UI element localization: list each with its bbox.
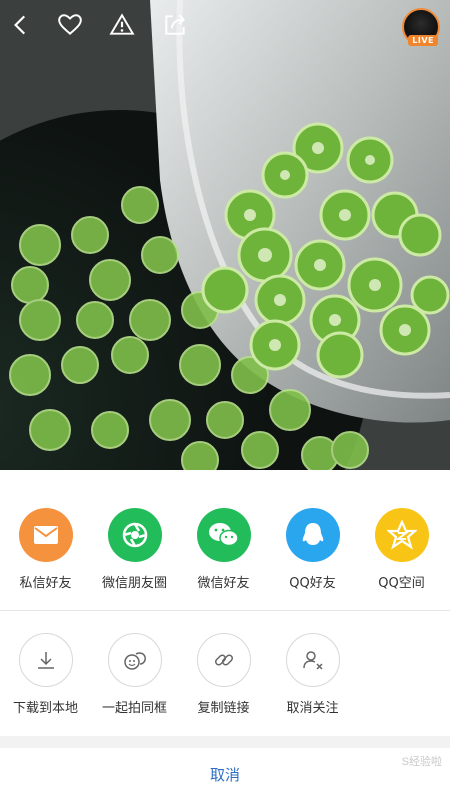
heart-icon[interactable] bbox=[57, 12, 89, 44]
share-moments-button[interactable]: 微信朋友圈 bbox=[91, 508, 178, 591]
okra-photo-illustration bbox=[0, 0, 450, 470]
duet-icon bbox=[107, 633, 162, 687]
link-icon bbox=[196, 633, 251, 687]
share-row: 私信好友 微信朋友圈 微信好友 QQ好友 QQ空间 bbox=[0, 508, 450, 591]
cancel-button[interactable]: 取消 bbox=[0, 748, 450, 800]
share-label: 私信好友 bbox=[19, 576, 72, 591]
share-wechat-friend-button[interactable]: 微信好友 bbox=[180, 508, 267, 591]
duet-button[interactable]: 一起拍同框 bbox=[91, 633, 178, 716]
moments-icon bbox=[107, 508, 162, 562]
download-icon bbox=[18, 633, 73, 687]
share-label: QQ空间 bbox=[378, 576, 425, 591]
video-photo[interactable]: LIVE bbox=[0, 0, 450, 470]
copy-link-button[interactable]: 复制链接 bbox=[180, 633, 267, 716]
share-label: 微信朋友圈 bbox=[101, 576, 167, 591]
divider bbox=[0, 610, 450, 611]
top-bar: LIVE bbox=[0, 0, 450, 60]
share-qq-friend-button[interactable]: QQ好友 bbox=[269, 508, 356, 591]
action-label: 下载到本地 bbox=[12, 701, 78, 716]
share-private-message-button[interactable]: 私信好友 bbox=[2, 508, 89, 591]
message-icon bbox=[18, 508, 73, 562]
action-label: 取消关注 bbox=[286, 701, 339, 716]
watermark: S经验啦 bbox=[401, 756, 442, 768]
unfollow-button[interactable]: 取消关注 bbox=[269, 633, 356, 716]
wechat-icon bbox=[196, 508, 251, 562]
warning-icon[interactable] bbox=[109, 12, 141, 44]
action-row: 下载到本地 一起拍同框 复制链接 取消关注 bbox=[0, 633, 450, 716]
download-button[interactable]: 下载到本地 bbox=[2, 633, 89, 716]
share-sheet: 私信好友 微信朋友圈 微信好友 QQ好友 QQ空间 下载到本地 一起拍同框 复制… bbox=[0, 470, 450, 800]
qzone-icon bbox=[374, 508, 429, 562]
live-badge: LIVE bbox=[408, 35, 438, 46]
unfollow-icon bbox=[285, 633, 340, 687]
back-icon[interactable] bbox=[8, 12, 40, 44]
share-label: 微信好友 bbox=[197, 576, 250, 591]
action-label: 复制链接 bbox=[197, 701, 250, 716]
qq-icon bbox=[285, 508, 340, 562]
share-icon[interactable] bbox=[162, 12, 194, 44]
section-gap bbox=[0, 736, 450, 748]
action-label: 一起拍同框 bbox=[101, 701, 167, 716]
share-label: QQ好友 bbox=[289, 576, 336, 591]
share-qzone-button[interactable]: QQ空间 bbox=[358, 508, 445, 591]
